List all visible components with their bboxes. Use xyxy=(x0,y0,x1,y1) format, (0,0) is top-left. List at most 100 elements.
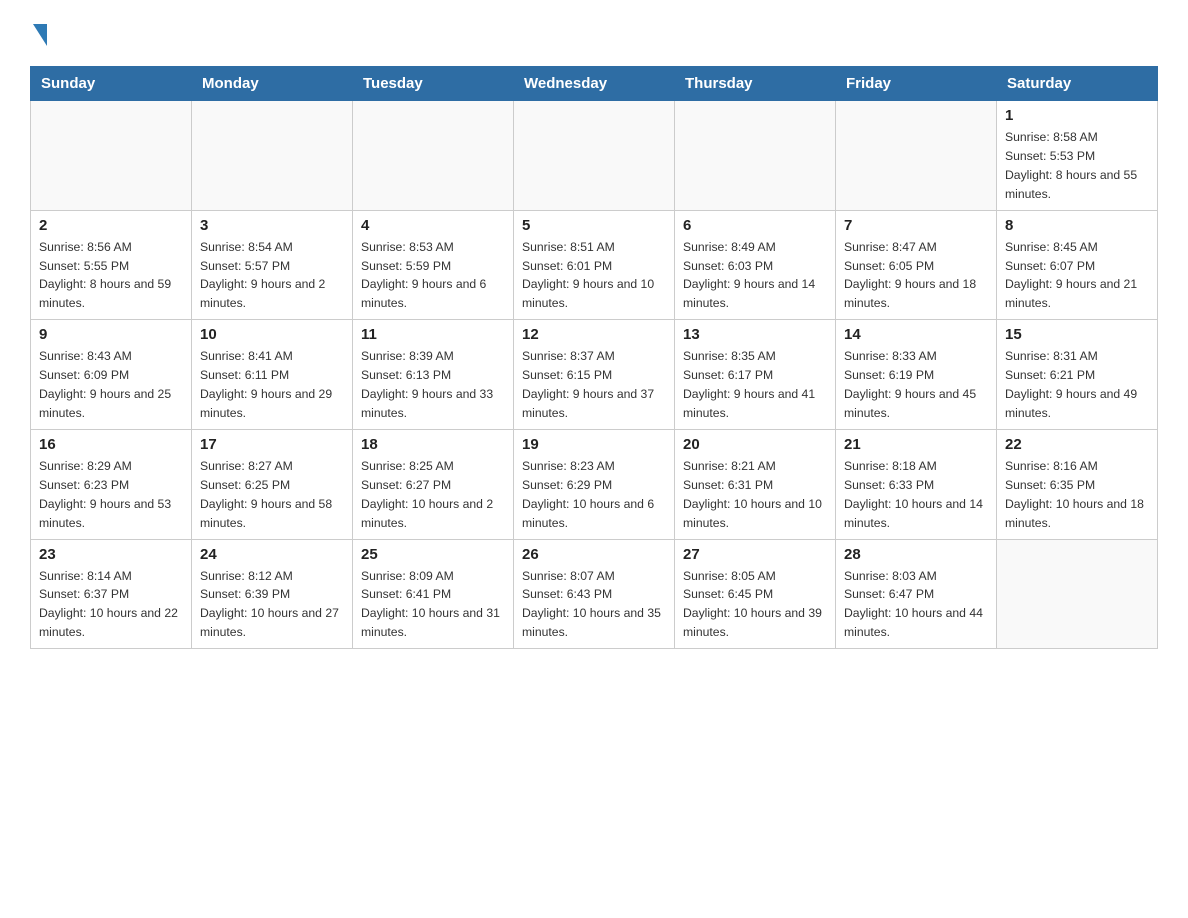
day-info: Sunrise: 8:03 AMSunset: 6:47 PMDaylight:… xyxy=(844,567,988,643)
day-number: 27 xyxy=(683,546,827,563)
day-info: Sunrise: 8:27 AMSunset: 6:25 PMDaylight:… xyxy=(200,457,344,533)
day-number: 10 xyxy=(200,326,344,343)
day-number: 22 xyxy=(1005,436,1149,453)
day-info: Sunrise: 8:05 AMSunset: 6:45 PMDaylight:… xyxy=(683,567,827,643)
day-info: Sunrise: 8:35 AMSunset: 6:17 PMDaylight:… xyxy=(683,347,827,423)
day-info: Sunrise: 8:25 AMSunset: 6:27 PMDaylight:… xyxy=(361,457,505,533)
day-number: 18 xyxy=(361,436,505,453)
calendar-cell xyxy=(514,101,675,211)
day-number: 14 xyxy=(844,326,988,343)
day-number: 4 xyxy=(361,217,505,234)
calendar-cell xyxy=(997,539,1158,649)
day-info: Sunrise: 8:21 AMSunset: 6:31 PMDaylight:… xyxy=(683,457,827,533)
calendar-cell: 11 Sunrise: 8:39 AMSunset: 6:13 PMDayligh… xyxy=(353,320,514,430)
calendar-cell: 13Sunrise: 8:35 AMSunset: 6:17 PMDayligh… xyxy=(675,320,836,430)
calendar-cell: 18 Sunrise: 8:25 AMSunset: 6:27 PMDayligh… xyxy=(353,429,514,539)
logo xyxy=(30,20,47,46)
day-info: Sunrise: 8:18 AMSunset: 6:33 PMDaylight:… xyxy=(844,457,988,533)
calendar-cell xyxy=(31,101,192,211)
calendar-cell: 14 Sunrise: 8:33 AMSunset: 6:19 PMDayligh… xyxy=(836,320,997,430)
day-info: Sunrise: 8:47 AMSunset: 6:05 PMDaylight:… xyxy=(844,238,988,314)
day-info: Sunrise: 8:49 AMSunset: 6:03 PMDaylight:… xyxy=(683,238,827,314)
day-info: Sunrise: 8:09 AMSunset: 6:41 PMDaylight:… xyxy=(361,567,505,643)
calendar-cell: 3 Sunrise: 8:54 AMSunset: 5:57 PMDaylight… xyxy=(192,210,353,320)
weekday-header-monday: Monday xyxy=(192,67,353,101)
day-number: 8 xyxy=(1005,217,1149,234)
day-info: Sunrise: 8:43 AMSunset: 6:09 PMDaylight:… xyxy=(39,347,183,423)
day-number: 17 xyxy=(200,436,344,453)
page-header xyxy=(30,20,1158,46)
day-number: 3 xyxy=(200,217,344,234)
weekday-header-wednesday: Wednesday xyxy=(514,67,675,101)
day-number: 6 xyxy=(683,217,827,234)
calendar-cell: 7 Sunrise: 8:47 AMSunset: 6:05 PMDaylight… xyxy=(836,210,997,320)
calendar-cell: 1Sunrise: 8:58 AMSunset: 5:53 PMDaylight… xyxy=(997,101,1158,211)
day-number: 1 xyxy=(1005,107,1149,124)
day-number: 15 xyxy=(1005,326,1149,343)
day-info: Sunrise: 8:14 AMSunset: 6:37 PMDaylight:… xyxy=(39,567,183,643)
calendar-cell: 28 Sunrise: 8:03 AMSunset: 6:47 PMDayligh… xyxy=(836,539,997,649)
day-number: 23 xyxy=(39,546,183,563)
weekday-header-tuesday: Tuesday xyxy=(353,67,514,101)
calendar-cell: 5 Sunrise: 8:51 AMSunset: 6:01 PMDaylight… xyxy=(514,210,675,320)
day-number: 20 xyxy=(683,436,827,453)
calendar-cell: 9 Sunrise: 8:43 AMSunset: 6:09 PMDaylight… xyxy=(31,320,192,430)
day-number: 25 xyxy=(361,546,505,563)
calendar-cell: 4 Sunrise: 8:53 AMSunset: 5:59 PMDaylight… xyxy=(353,210,514,320)
calendar-cell: 16 Sunrise: 8:29 AMSunset: 6:23 PMDayligh… xyxy=(31,429,192,539)
day-info: Sunrise: 8:23 AMSunset: 6:29 PMDaylight:… xyxy=(522,457,666,533)
day-info: Sunrise: 8:07 AMSunset: 6:43 PMDaylight:… xyxy=(522,567,666,643)
day-number: 19 xyxy=(522,436,666,453)
day-number: 24 xyxy=(200,546,344,563)
weekday-header-thursday: Thursday xyxy=(675,67,836,101)
day-number: 2 xyxy=(39,217,183,234)
calendar-cell: 20 Sunrise: 8:21 AMSunset: 6:31 PMDayligh… xyxy=(675,429,836,539)
calendar-cell: 2 Sunrise: 8:56 AMSunset: 5:55 PMDaylight… xyxy=(31,210,192,320)
day-number: 5 xyxy=(522,217,666,234)
weekday-header-saturday: Saturday xyxy=(997,67,1158,101)
calendar-cell: 8Sunrise: 8:45 AMSunset: 6:07 PMDaylight… xyxy=(997,210,1158,320)
day-number: 21 xyxy=(844,436,988,453)
calendar-cell: 17 Sunrise: 8:27 AMSunset: 6:25 PMDayligh… xyxy=(192,429,353,539)
calendar-cell: 24 Sunrise: 8:12 AMSunset: 6:39 PMDayligh… xyxy=(192,539,353,649)
day-number: 26 xyxy=(522,546,666,563)
day-number: 16 xyxy=(39,436,183,453)
day-info: Sunrise: 8:39 AMSunset: 6:13 PMDaylight:… xyxy=(361,347,505,423)
day-info: Sunrise: 8:56 AMSunset: 5:55 PMDaylight:… xyxy=(39,238,183,314)
day-info: Sunrise: 8:53 AMSunset: 5:59 PMDaylight:… xyxy=(361,238,505,314)
day-info: Sunrise: 8:33 AMSunset: 6:19 PMDaylight:… xyxy=(844,347,988,423)
day-number: 28 xyxy=(844,546,988,563)
calendar-table: SundayMondayTuesdayWednesdayThursdayFrid… xyxy=(30,66,1158,649)
day-info: Sunrise: 8:29 AMSunset: 6:23 PMDaylight:… xyxy=(39,457,183,533)
calendar-week-1: 1Sunrise: 8:58 AMSunset: 5:53 PMDaylight… xyxy=(31,101,1158,211)
calendar-cell xyxy=(836,101,997,211)
day-number: 9 xyxy=(39,326,183,343)
calendar-cell xyxy=(353,101,514,211)
day-number: 11 xyxy=(361,326,505,343)
weekday-header-sunday: Sunday xyxy=(31,67,192,101)
day-number: 12 xyxy=(522,326,666,343)
calendar-cell: 27 Sunrise: 8:05 AMSunset: 6:45 PMDayligh… xyxy=(675,539,836,649)
calendar-cell: 10 Sunrise: 8:41 AMSunset: 6:11 PMDayligh… xyxy=(192,320,353,430)
calendar-cell: 22 Sunrise: 8:16 AMSunset: 6:35 PMDayligh… xyxy=(997,429,1158,539)
day-info: Sunrise: 8:54 AMSunset: 5:57 PMDaylight:… xyxy=(200,238,344,314)
calendar-cell: 15 Sunrise: 8:31 AMSunset: 6:21 PMDayligh… xyxy=(997,320,1158,430)
day-number: 7 xyxy=(844,217,988,234)
calendar-cell xyxy=(192,101,353,211)
calendar-cell: 12 Sunrise: 8:37 AMSunset: 6:15 PMDayligh… xyxy=(514,320,675,430)
weekday-header-friday: Friday xyxy=(836,67,997,101)
calendar-cell: 21 Sunrise: 8:18 AMSunset: 6:33 PMDayligh… xyxy=(836,429,997,539)
day-info: Sunrise: 8:37 AMSunset: 6:15 PMDaylight:… xyxy=(522,347,666,423)
calendar-week-3: 9 Sunrise: 8:43 AMSunset: 6:09 PMDaylight… xyxy=(31,320,1158,430)
logo-arrow-icon xyxy=(33,24,47,46)
calendar-week-2: 2 Sunrise: 8:56 AMSunset: 5:55 PMDaylight… xyxy=(31,210,1158,320)
day-info: Sunrise: 8:41 AMSunset: 6:11 PMDaylight:… xyxy=(200,347,344,423)
calendar-cell: 6 Sunrise: 8:49 AMSunset: 6:03 PMDaylight… xyxy=(675,210,836,320)
day-info: Sunrise: 8:16 AMSunset: 6:35 PMDaylight:… xyxy=(1005,457,1149,533)
calendar-cell xyxy=(675,101,836,211)
day-info: Sunrise: 8:12 AMSunset: 6:39 PMDaylight:… xyxy=(200,567,344,643)
day-info: Sunrise: 8:31 AMSunset: 6:21 PMDaylight:… xyxy=(1005,347,1149,423)
calendar-cell: 23 Sunrise: 8:14 AMSunset: 6:37 PMDayligh… xyxy=(31,539,192,649)
day-info: Sunrise: 8:51 AMSunset: 6:01 PMDaylight:… xyxy=(522,238,666,314)
calendar-cell: 19 Sunrise: 8:23 AMSunset: 6:29 PMDayligh… xyxy=(514,429,675,539)
